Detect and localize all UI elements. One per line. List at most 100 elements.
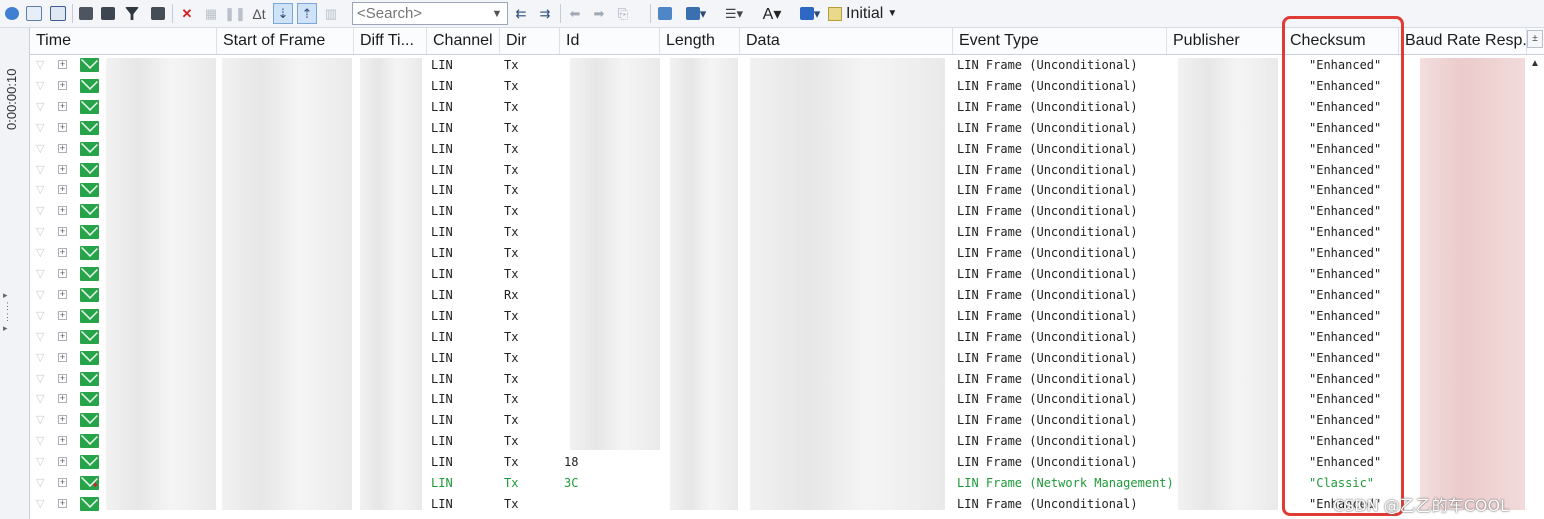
bookmark-icon[interactable]: ▽ bbox=[36, 477, 46, 489]
filter-icon[interactable] bbox=[76, 3, 96, 24]
info-icon[interactable] bbox=[2, 3, 22, 24]
funnel-icon[interactable] bbox=[122, 3, 142, 24]
cell-event-type: LIN Frame (Unconditional) bbox=[957, 141, 1138, 156]
find-next-icon[interactable]: ⇉ bbox=[535, 3, 555, 24]
columns-icon[interactable]: ▥ bbox=[321, 3, 341, 24]
column-header-publisher[interactable]: Publisher bbox=[1167, 28, 1284, 54]
bookmark-icon[interactable]: ▽ bbox=[36, 456, 46, 468]
expand-icon[interactable]: + bbox=[58, 310, 67, 320]
expand-icon[interactable]: + bbox=[58, 394, 67, 404]
cell-dir: Tx bbox=[504, 183, 519, 198]
expand-icon[interactable]: + bbox=[58, 164, 67, 174]
expand-icon[interactable]: + bbox=[58, 248, 67, 258]
cell-dir: Tx bbox=[504, 371, 519, 386]
cell-event-type: LIN Frame (Unconditional) bbox=[957, 204, 1138, 219]
expand-icon[interactable]: + bbox=[58, 478, 67, 487]
expand-icon[interactable]: + bbox=[58, 331, 67, 341]
layout-icon[interactable] bbox=[655, 3, 675, 24]
chevron-down-icon[interactable]: ▼ bbox=[488, 4, 506, 23]
bookmark-icon[interactable]: ▽ bbox=[36, 122, 46, 134]
scroll-toggle-icon[interactable]: ⇡ bbox=[297, 3, 317, 24]
cell-channel: LIN bbox=[431, 141, 453, 156]
scroll-up-icon[interactable]: ▲ bbox=[1527, 58, 1543, 72]
expand-icon[interactable]: + bbox=[58, 206, 67, 216]
cell-id: 3C bbox=[564, 476, 579, 490]
column-header-baud-rate[interactable]: Baud Rate Resp... bbox=[1399, 28, 1527, 54]
column-header-id[interactable]: Id bbox=[560, 28, 660, 54]
expand-icon[interactable]: + bbox=[58, 373, 67, 383]
column-header-channel[interactable]: Channel bbox=[427, 28, 500, 54]
expand-icon[interactable]: + bbox=[58, 436, 67, 446]
expand-icon[interactable]: + bbox=[58, 269, 67, 278]
cell-event-type: LIN Frame (Unconditional) bbox=[957, 434, 1138, 449]
column-header-event-type[interactable]: Event Type bbox=[953, 28, 1167, 54]
expand-icon[interactable]: + bbox=[58, 289, 67, 299]
bookmark-icon[interactable]: ▽ bbox=[36, 310, 46, 322]
expand-icon[interactable]: + bbox=[58, 185, 67, 195]
bookmark-icon[interactable]: ▽ bbox=[36, 498, 46, 510]
cell-event-type: LIN Frame (Unconditional) bbox=[957, 99, 1138, 114]
column-chooser-button[interactable]: ± bbox=[1527, 30, 1543, 48]
expand-icon[interactable]: + bbox=[58, 457, 67, 467]
binoculars-filter-icon[interactable] bbox=[98, 3, 118, 24]
arrow-right-icon[interactable]: ➡ bbox=[589, 3, 609, 24]
envelope-icon bbox=[80, 78, 99, 93]
bookmark-icon[interactable]: ▽ bbox=[36, 143, 46, 155]
scroll-down-icon[interactable]: ⇣ bbox=[273, 3, 293, 24]
chart-icon[interactable] bbox=[24, 3, 44, 24]
envelope-icon bbox=[80, 162, 99, 177]
font-icon[interactable]: A▾ bbox=[755, 3, 789, 24]
color-icon[interactable]: ▾ bbox=[793, 3, 827, 24]
bookmark-icon[interactable]: ▽ bbox=[36, 393, 46, 405]
expand-icon[interactable]: + bbox=[58, 352, 67, 362]
cell-dir: Tx bbox=[504, 78, 519, 93]
expand-icon[interactable]: + bbox=[58, 498, 67, 508]
column-header-start-of-frame[interactable]: Start of Frame bbox=[217, 28, 354, 54]
column-header-dir[interactable]: Dir bbox=[500, 28, 560, 54]
bookmark-icon[interactable]: ▽ bbox=[36, 80, 46, 92]
layout-dropdown-icon[interactable]: ▾ bbox=[679, 3, 713, 24]
delta-time-icon[interactable]: Δt bbox=[249, 3, 269, 24]
bookmark-icon[interactable]: ▽ bbox=[36, 414, 46, 426]
bookmark-icon[interactable]: ▽ bbox=[36, 205, 46, 217]
column-header-time[interactable]: Time bbox=[30, 28, 217, 54]
cell-event-type: LIN Frame (Unconditional) bbox=[957, 371, 1138, 386]
expand-icon[interactable]: + bbox=[58, 80, 67, 90]
column-header-length[interactable]: Length bbox=[660, 28, 740, 54]
initial-label: Initial bbox=[846, 4, 884, 22]
disabled-icon: ▦ bbox=[204, 5, 218, 21]
clear-icon[interactable]: ✕ bbox=[177, 3, 197, 24]
bookmark-icon[interactable]: ▽ bbox=[36, 373, 46, 385]
expand-icon[interactable]: + bbox=[58, 60, 67, 69]
filter-line-icon[interactable]: ☰▾ bbox=[717, 3, 751, 24]
column-header-data[interactable]: Data bbox=[740, 28, 953, 54]
bookmark-icon[interactable]: ▽ bbox=[36, 247, 46, 259]
expand-icon[interactable]: + bbox=[58, 122, 67, 132]
expand-icon[interactable]: + bbox=[58, 143, 67, 153]
column-header-diff-time[interactable]: Diff Ti... bbox=[354, 28, 427, 54]
bookmark-icon[interactable]: ▽ bbox=[36, 164, 46, 176]
binoculars-icon[interactable] bbox=[148, 3, 168, 24]
paste-icon[interactable]: ⎘ bbox=[613, 3, 633, 24]
search-input[interactable] bbox=[352, 2, 508, 25]
bookmark-icon[interactable]: ▽ bbox=[36, 268, 46, 280]
splitter-handle-icon[interactable]: ▸ ⋮ ⋮ ▸ bbox=[3, 290, 12, 334]
bookmark-icon[interactable]: ▽ bbox=[36, 59, 46, 71]
bookmark-icon[interactable]: ▽ bbox=[36, 226, 46, 238]
expand-icon[interactable]: + bbox=[58, 415, 67, 425]
arrow-left-icon[interactable]: ⬅ bbox=[565, 3, 585, 24]
bookmark-icon[interactable]: ▽ bbox=[36, 184, 46, 196]
bookmark-icon[interactable]: ▽ bbox=[36, 331, 46, 343]
envelope-icon bbox=[80, 392, 99, 407]
export-icon[interactable] bbox=[48, 3, 68, 24]
expand-icon[interactable]: + bbox=[58, 227, 67, 237]
bookmark-icon[interactable]: ▽ bbox=[36, 289, 46, 301]
pause-icon[interactable]: ❚❚ bbox=[224, 3, 246, 24]
expand-icon[interactable]: + bbox=[58, 101, 67, 111]
bookmark-icon[interactable]: ▽ bbox=[36, 435, 46, 447]
time-strip: 0:00:00:10 ▸ ⋮ ⋮ ▸ bbox=[0, 28, 30, 519]
initial-dropdown[interactable]: Initial ▼ bbox=[828, 3, 897, 24]
find-prev-icon[interactable]: ⇇ bbox=[511, 3, 531, 24]
bookmark-icon[interactable]: ▽ bbox=[36, 352, 46, 364]
bookmark-icon[interactable]: ▽ bbox=[36, 101, 46, 113]
